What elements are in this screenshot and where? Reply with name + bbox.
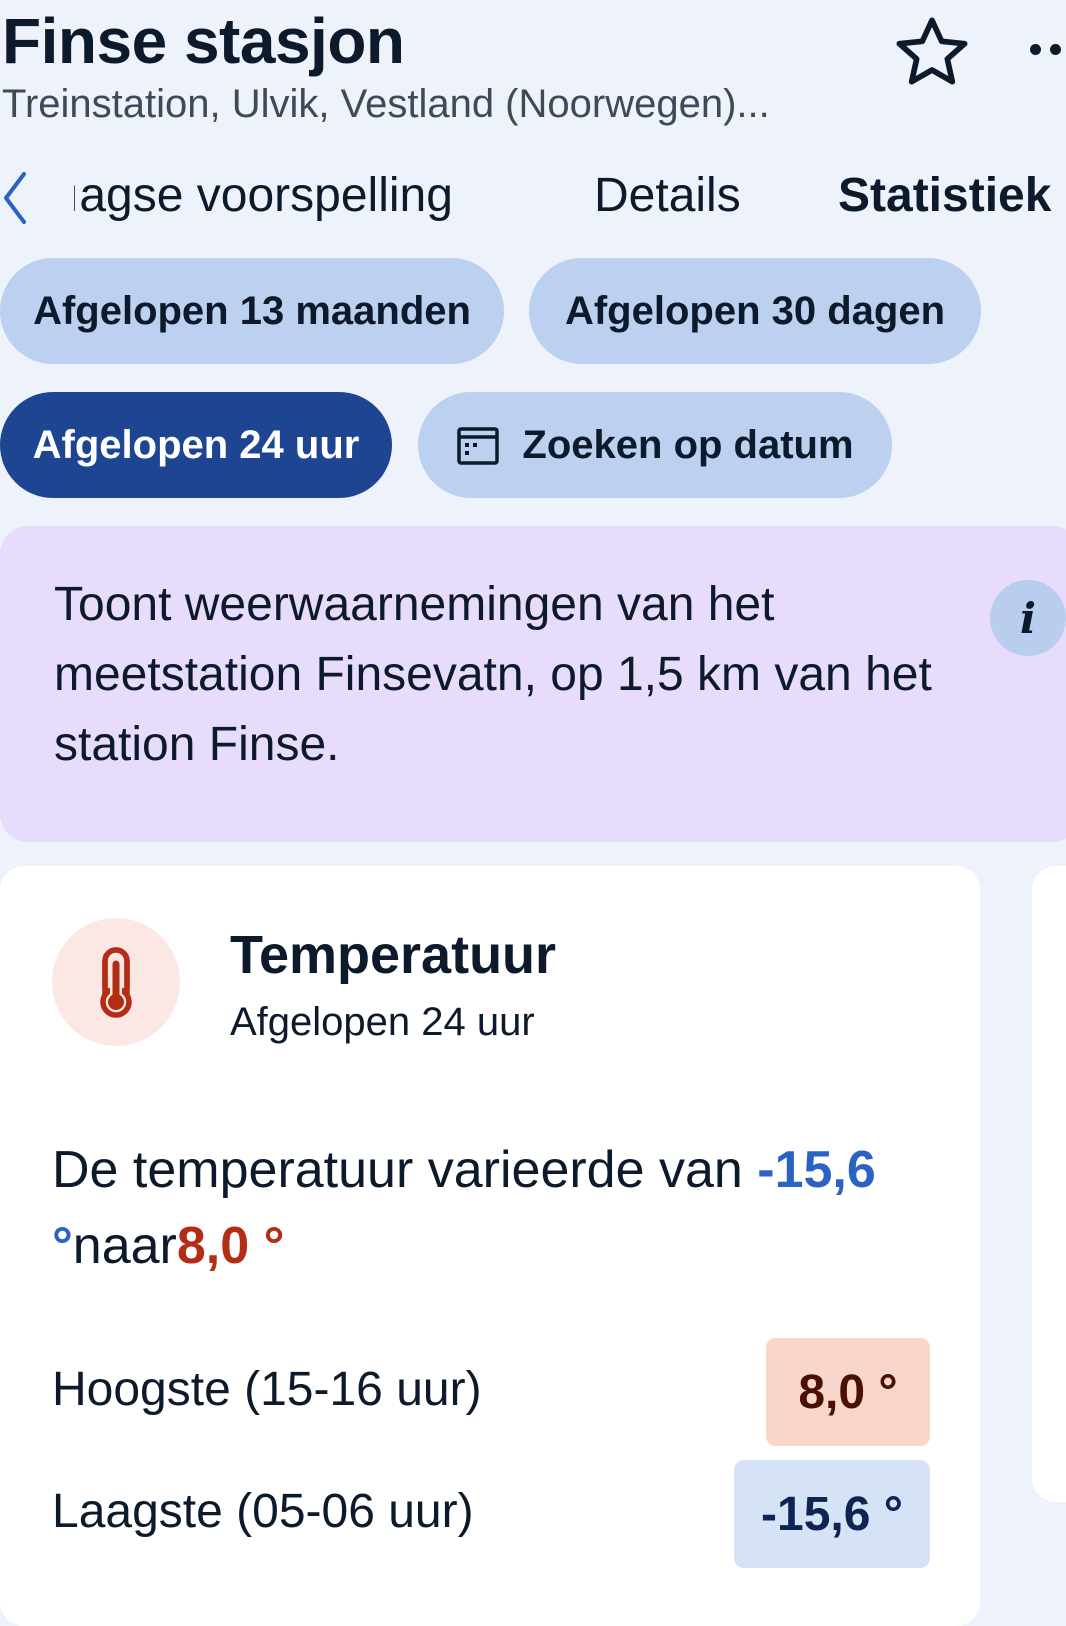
chip-label: Afgelopen 30 dagen [564,288,946,333]
next-card-peek [1032,866,1066,1502]
lowest-label: Laagste (05-06 uur) [52,1485,474,1538]
station-title: Finse stasjon [2,5,405,77]
highest-value-badge: 8,0 ° [766,1338,930,1446]
temperature-subtitle: Afgelopen 24 uur [230,1000,535,1044]
calendar-icon [457,427,500,465]
favorite-button[interactable] [892,12,972,92]
tab-details[interactable]: Details [594,168,741,223]
temperature-summary: De temperatuur varieerde van -15,6 °naar… [52,1132,952,1284]
tab-forecast-label: ıagse voorspelling [74,169,453,222]
filter-24-hours-chip[interactable]: Afgelopen 24 uur [0,392,392,498]
filter-13-months-chip[interactable]: Afgelopen 13 maanden [0,258,504,364]
thermometer-icon [100,947,132,1018]
chip-label: Afgelopen 13 maanden [33,288,471,333]
search-by-date-chip[interactable]: Zoeken op datum [418,392,892,498]
star-outline-icon [896,17,968,85]
tab-statistics[interactable]: Statistiek [838,168,1051,223]
summary-connector: naar [72,1217,177,1275]
chip-label: Afgelopen 24 uur [32,422,360,467]
tabs-scroll-back-button[interactable] [0,168,34,228]
chevron-left-icon [4,172,26,224]
temperature-title: Temperatuur [230,925,557,985]
info-banner-text: Toont weerwaarnemingen van het meetstati… [54,578,932,771]
info-icon: i [1020,593,1036,643]
summary-high-value: 8,0 ° [176,1217,285,1275]
chip-label: Zoeken op datum [522,422,854,467]
more-options-button[interactable] [1030,30,1066,70]
info-button[interactable]: i [990,580,1066,656]
summary-prefix: De temperatuur varieerde van [52,1141,758,1199]
station-subtitle: Treinstation, Ulvik, Vestland (Noorwegen… [2,82,770,126]
filter-30-days-chip[interactable]: Afgelopen 30 dagen [529,258,981,364]
highest-label: Hoogste (15-16 uur) [52,1363,482,1416]
thermometer-icon-badge [52,918,180,1046]
lowest-value-badge: -15,6 ° [734,1460,930,1568]
tab-forecast[interactable]: ıagse voorspelling [74,168,514,223]
